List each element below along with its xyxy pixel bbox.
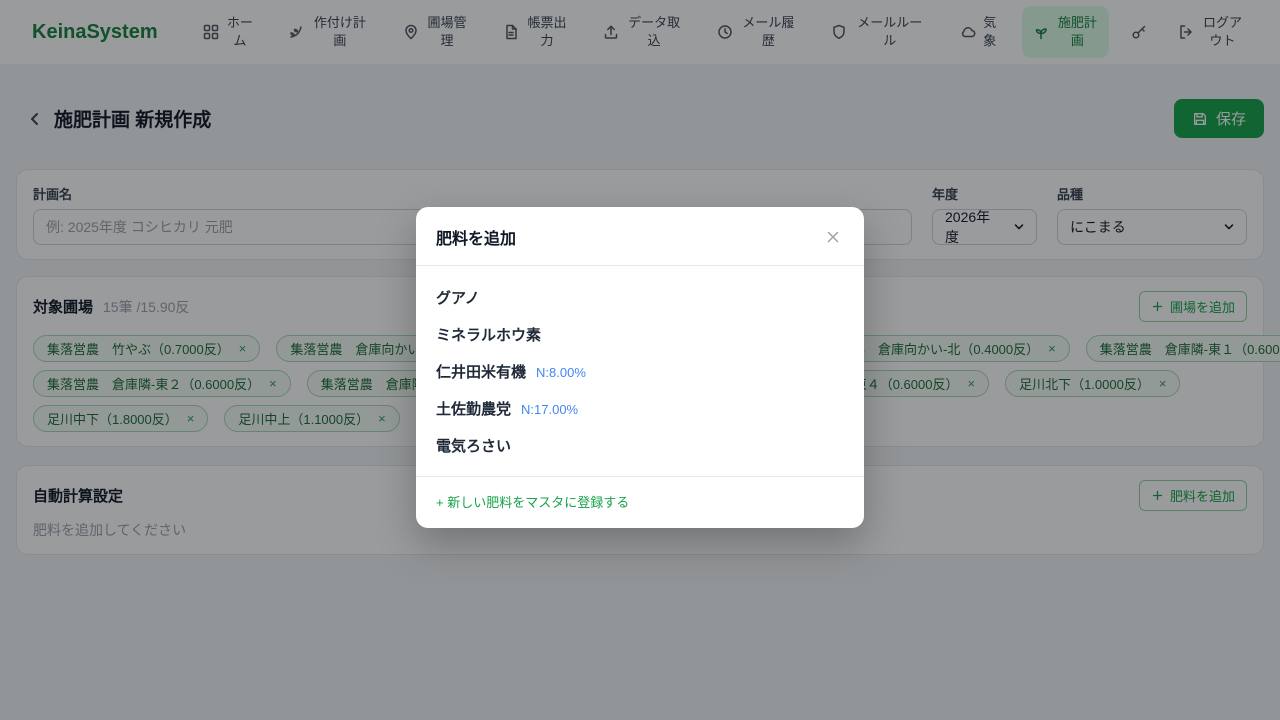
add-fertilizer-modal: 肥料を追加 グアノ ミネラルホウ素 仁井田米有機 N:8.00% 土佐勤農党 N… xyxy=(416,207,864,528)
fertilizer-option[interactable]: ミネラルホウ素 xyxy=(416,316,864,353)
fertilizer-option[interactable]: 土佐勤農党 N:17.00% xyxy=(416,390,864,427)
fertilizer-option[interactable]: 仁井田米有機 N:8.00% xyxy=(416,353,864,390)
fertilizer-option[interactable]: グアノ xyxy=(416,279,864,316)
fertilizer-option[interactable]: 電気ろさい xyxy=(416,427,864,464)
close-icon xyxy=(824,228,842,246)
register-fertilizer-link[interactable]: + 新しい肥料をマスタに登録する xyxy=(436,495,629,510)
fertilizer-list: グアノ ミネラルホウ素 仁井田米有機 N:8.00% 土佐勤農党 N:17.00… xyxy=(416,266,864,476)
modal-close-button[interactable] xyxy=(822,226,844,248)
modal-title: 肥料を追加 xyxy=(436,225,516,249)
fertilizer-nitrogen: N:8.00% xyxy=(536,365,586,380)
fertilizer-name: 電気ろさい xyxy=(436,435,511,456)
fertilizer-name: グアノ xyxy=(436,287,480,308)
fertilizer-name: ミネラルホウ素 xyxy=(436,324,541,345)
fertilizer-nitrogen: N:17.00% xyxy=(521,402,578,417)
fertilizer-name: 仁井田米有機 xyxy=(436,361,526,382)
fertilizer-name: 土佐勤農党 xyxy=(436,398,511,419)
